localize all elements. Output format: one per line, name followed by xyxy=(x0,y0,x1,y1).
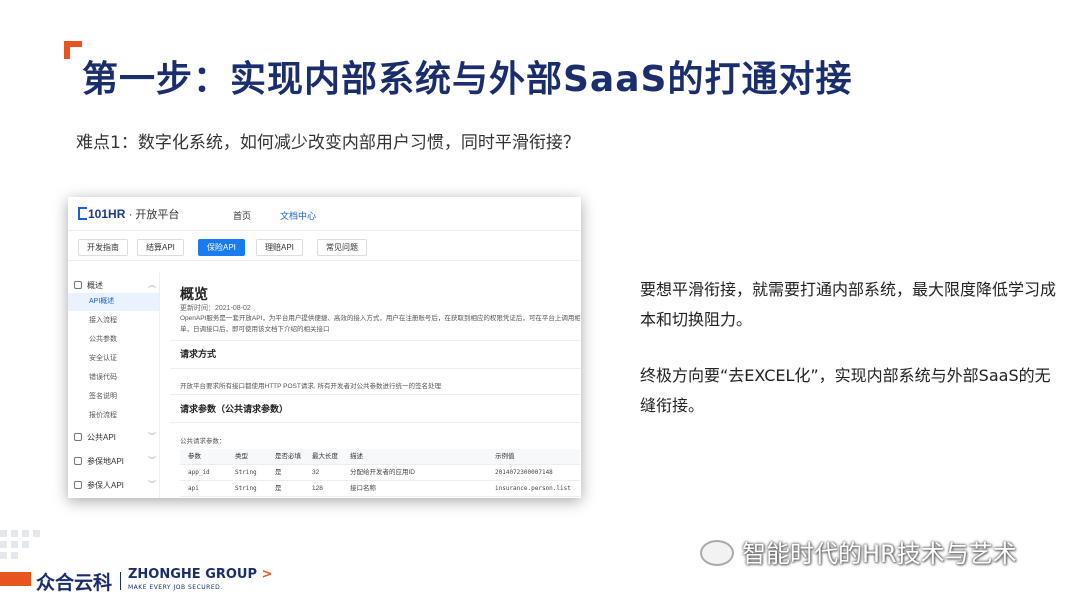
doc-title: 概览 xyxy=(180,286,208,302)
location-icon xyxy=(74,457,82,465)
doc-icon xyxy=(74,433,82,441)
brand-name-en: ZHONGHE GROUP > xyxy=(128,567,273,582)
sidebar-item-signature[interactable]: 签名说明 xyxy=(68,388,159,406)
divider xyxy=(170,340,581,341)
platform-logo[interactable]: 101HR · 开放平台 xyxy=(78,206,179,222)
tab-insurance-api[interactable]: 保险API xyxy=(198,239,245,256)
brand-name-cn: 众合云科 xyxy=(36,572,113,594)
nav-docs[interactable]: 文档中心 xyxy=(280,209,316,222)
tab-settlement-api[interactable]: 结算API xyxy=(137,239,184,256)
sidebar-group-overview[interactable]: 概述 ︿ xyxy=(74,280,156,291)
sidebar-item-error-codes[interactable]: 错误代码 xyxy=(68,369,159,387)
wechat-icon xyxy=(700,540,734,566)
common-params-label: 公共请求参数： xyxy=(180,438,226,445)
logo-suffix: · 开放平台 xyxy=(128,209,180,221)
sidebar-item-security[interactable]: 安全认证 xyxy=(68,350,159,368)
person-icon xyxy=(74,481,82,489)
tab-claims-api[interactable]: 理赔API xyxy=(256,239,303,256)
tab-faq[interactable]: 常见问题 xyxy=(317,239,367,256)
doc-content: 概览 更新时间：2021-08-02 OpenAPI服务是一套开放API，为平台… xyxy=(170,272,581,498)
divider xyxy=(170,368,581,369)
table-row: app_id String 是 32 分配给开发者的应用ID 201407230… xyxy=(180,465,580,481)
chevron-down-icon: ﹀ xyxy=(148,432,156,441)
divider xyxy=(170,394,581,395)
chevron-down-icon: ﹀ xyxy=(148,480,156,489)
tab-dev-guide[interactable]: 开发指南 xyxy=(78,239,128,256)
nav-home[interactable]: 首页 xyxy=(233,209,251,222)
doc-description: OpenAPI服务是一套开放API，为平台用户提供便捷、高效的接入方式，用户在注… xyxy=(180,315,580,333)
table-header: 参数 类型 是否必填 最大长度 描述 示例值 xyxy=(180,449,580,465)
logo-text: 101HR xyxy=(88,207,126,221)
sidebar-item-common-params[interactable]: 公共参数 xyxy=(68,331,159,349)
paragraph-smooth-transition: 要想平滑衔接，就需要打通内部系统，最大限度降低学习成本和切换阻力。 xyxy=(640,280,1057,329)
decorative-dots xyxy=(0,530,46,566)
chevron-up-icon: ︿ xyxy=(148,280,156,289)
brand-tagline: MAKE EVERY JOB SECURED. xyxy=(128,584,223,591)
top-bar: 101HR · 开放平台 首页 文档中心 xyxy=(68,197,581,231)
sidebar-group-common-api[interactable]: 公共API ﹀ xyxy=(74,432,156,443)
chevron-down-icon: ﹀ xyxy=(148,456,156,465)
section-request-params: 请求参数（公共请求参数） xyxy=(180,404,289,414)
platform-screenshot: 101HR · 开放平台 首页 文档中心 开发指南 结算API 保险API 理赔… xyxy=(68,197,581,498)
sidebar-item-api-overview[interactable]: API概述 xyxy=(68,293,159,311)
doc-date: 更新时间：2021-08-02 xyxy=(180,305,251,312)
slide-subtitle: 难点1：数字化系统，如何减少改变内部用户习惯，同时平滑衔接？ xyxy=(76,133,580,153)
brand-separator xyxy=(120,572,121,590)
chevron-right-icon: > xyxy=(261,567,273,582)
api-tabs: 开发指南 结算API 保险API 理赔API 常见问题 xyxy=(68,231,581,261)
logo-bracket-icon xyxy=(78,207,87,220)
sidebar-group-location-api[interactable]: 参保地API ﹀ xyxy=(74,456,156,467)
corner-accent xyxy=(64,41,82,59)
request-method-text: 开放平台要求所有接口都使用HTTP POST请求, 所有开发者对公共参数进行统一… xyxy=(180,383,441,390)
paragraph-ultimate-direction: 终极方向要“去EXCEL化”，实现内部系统与外部SaaS的无缝衔接。 xyxy=(640,366,1051,415)
table-row: api String 是 128 接口名称 insurance.person.l… xyxy=(180,481,580,497)
sidebar-group-person-api[interactable]: 参保人API ﹀ xyxy=(74,480,156,491)
overview-icon xyxy=(74,281,82,289)
brand-accent-bar xyxy=(0,572,31,586)
slide-title: 第一步：实现内部系统与外部SaaS的打通对接 xyxy=(82,59,853,100)
divider xyxy=(170,422,581,423)
sidebar-item-access-flow[interactable]: 接入流程 xyxy=(68,312,159,330)
section-request-method: 请求方式 xyxy=(180,349,217,359)
sidebar: 概述 ︿ API概述 接入流程 公共参数 安全认证 错误代码 签名说明 报价流程… xyxy=(68,272,160,498)
wechat-watermark: 智能时代的HR技术与艺术 xyxy=(700,534,1017,569)
sidebar-item-quote-flow[interactable]: 报价流程 xyxy=(68,407,159,425)
